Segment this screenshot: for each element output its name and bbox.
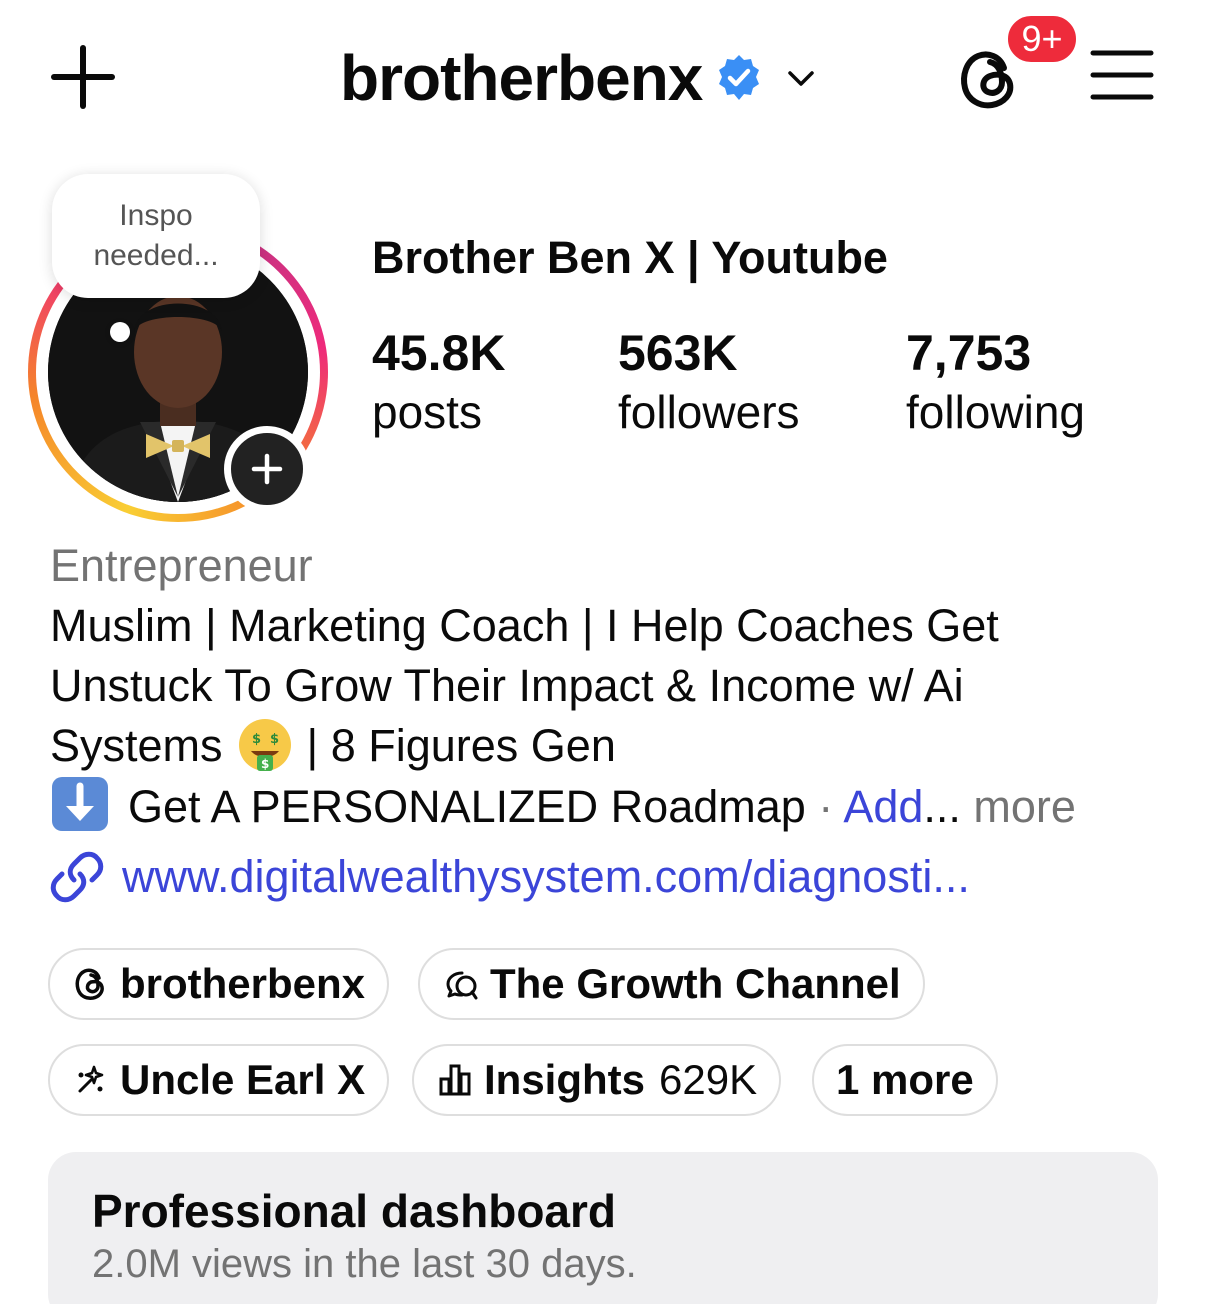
note-bubble-tail	[110, 322, 130, 342]
stat-value: 7,753	[906, 325, 1032, 381]
verified-badge-icon	[719, 55, 760, 100]
chip-uncle-earl-x[interactable]: Uncle Earl X	[48, 1044, 390, 1116]
dashboard-title: Professional dashboard	[92, 1185, 617, 1237]
plus-icon	[251, 453, 283, 485]
note-text: Inspo needed...	[93, 199, 219, 272]
chip-threads[interactable]: brotherbenx	[48, 948, 390, 1020]
sparkle-tag-icon	[78, 1065, 104, 1093]
stat-value: 45.8K	[372, 325, 506, 381]
chip-broadcast-channel[interactable]: The Growth Channel	[418, 948, 925, 1020]
stat-label: following	[906, 386, 1085, 438]
chip-label: Insights	[484, 1056, 646, 1103]
stat-posts[interactable]: 45.8K posts	[372, 324, 505, 442]
profile-header: brotherbenx 9+	[0, 0, 1206, 150]
stat-following[interactable]: 7,753 following	[906, 324, 1085, 442]
svg-text:$: $	[261, 757, 269, 771]
stat-value: 563K	[618, 325, 738, 381]
svg-text:$: $	[252, 732, 261, 747]
chip-label: brotherbenx	[120, 960, 366, 1007]
note-bubble[interactable]: Inspo needed...	[52, 174, 260, 298]
link-icon	[50, 851, 104, 903]
money-mouth-face-icon: $ $ $	[238, 719, 291, 771]
chip-label: 1 more	[836, 1056, 974, 1103]
bio-category: Entrepreneur	[50, 540, 313, 591]
chevron-down-icon	[788, 71, 815, 86]
bio-line: Get A PERSONALIZED Roadmap · Add... more	[50, 776, 1160, 837]
bio-line: Muslim | Marketing Coach | I Help Coache…	[50, 600, 999, 651]
dashboard-subtitle: 2.0M views in the last 30 days.	[92, 1242, 637, 1286]
bio: Entrepreneur Muslim | Marketing Coach | …	[50, 536, 1160, 837]
chip-label: The Growth Channel	[490, 960, 901, 1007]
chip-insights[interactable]: Insights 629K	[412, 1044, 782, 1116]
professional-dashboard[interactable]: Professional dashboard 2.0M views in the…	[48, 1152, 1158, 1304]
bio-line: Systems $ $ $ | 8 Figures Gen	[50, 716, 1160, 776]
bio-more-link[interactable]: more	[973, 781, 1076, 832]
down-arrow-icon	[52, 777, 108, 831]
stat-followers[interactable]: 563K followers	[618, 324, 800, 442]
bio-separator: ·	[805, 781, 844, 832]
display-name: Brother Ben X | Youtube	[372, 232, 888, 283]
insights-value: 629K	[659, 1056, 758, 1103]
svg-text:$: $	[270, 732, 279, 747]
username: brotherbenx	[340, 42, 703, 114]
bio-website-link[interactable]: www.digitalwealthysystem.com/diagnosti..…	[50, 850, 970, 904]
threads-icon	[75, 968, 104, 1000]
chat-bubbles-icon	[446, 971, 478, 1000]
add-link[interactable]: Add	[843, 781, 923, 832]
stat-label: posts	[372, 386, 482, 438]
account-switcher[interactable]: brotherbenx	[340, 36, 818, 120]
menu-icon[interactable]	[1090, 48, 1154, 102]
chip-more[interactable]: 1 more	[812, 1044, 998, 1116]
notification-badge[interactable]: 9+	[1004, 12, 1080, 66]
bio-text: Get A PERSONALIZED Roadmap	[128, 781, 806, 832]
create-plus-icon[interactable]	[50, 44, 116, 110]
bio-line: Unstuck To Grow Their Impact & Income w/…	[50, 660, 964, 711]
add-story-button[interactable]	[224, 426, 310, 512]
website-url: www.digitalwealthysystem.com/diagnosti..…	[122, 851, 970, 902]
chip-label: Uncle Earl X	[120, 1056, 366, 1103]
insights-bar-chart-icon	[439, 1064, 471, 1096]
bio-ellipsis: ...	[923, 781, 974, 832]
stat-label: followers	[618, 386, 800, 438]
bio-text: Systems	[50, 720, 223, 771]
bio-text: | 8 Figures Gen	[306, 720, 616, 771]
